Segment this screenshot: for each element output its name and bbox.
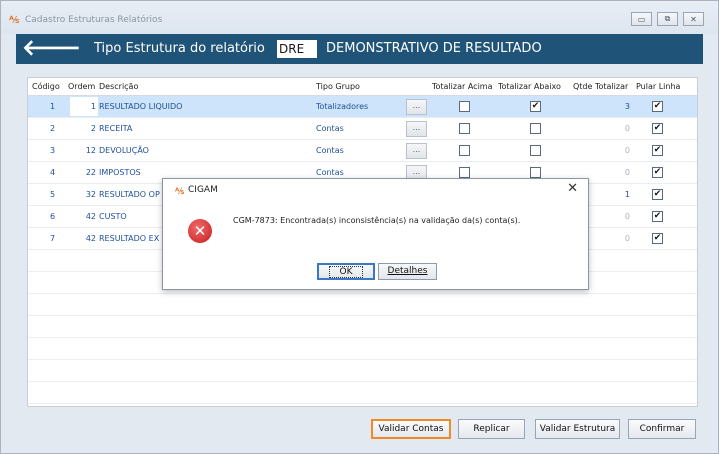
arrow-left-icon[interactable]: 🡐 xyxy=(22,35,81,63)
table-row[interactable]: 3 12 DEVOLUÇÃO Contas... 0 ✔ xyxy=(28,140,697,162)
minimize-icon[interactable]: ▭ xyxy=(631,12,652,26)
header-bar: 🡐 Tipo Estrutura do relatório DRE DEMONS… xyxy=(16,34,703,64)
cell-descricao: RESULTADO OP xyxy=(99,190,160,199)
cell-qtde-totalizar: 0 xyxy=(624,212,630,221)
cell-ordem: 32 xyxy=(85,190,96,199)
lookup-button[interactable]: ... xyxy=(406,99,427,115)
cell-descricao: CUSTO xyxy=(99,212,127,221)
validar-contas-button[interactable]: Validar Contas xyxy=(371,419,451,439)
col-qtde-totalizar[interactable]: Qtde Totalizar xyxy=(573,82,628,91)
maximize-icon[interactable]: ⧉ xyxy=(657,12,678,26)
cell-qtde-totalizar: 3 xyxy=(624,102,630,111)
cell-ordem: 42 xyxy=(85,212,96,221)
cell-codigo: 4 xyxy=(50,168,56,177)
cell-tipo-grupo: Totalizadores xyxy=(316,102,369,111)
window-controls: ▭ ⧉ ✕ xyxy=(631,12,704,26)
checkbox-totalizar-abaixo[interactable]: ✔ xyxy=(530,101,541,112)
empty-row xyxy=(28,360,697,382)
confirmar-button[interactable]: Confirmar xyxy=(628,419,696,439)
cell-descricao: RESULTADO EX xyxy=(99,234,160,243)
checkbox-totalizar-acima[interactable] xyxy=(459,123,470,134)
checkbox-pular-linha[interactable]: ✔ xyxy=(652,189,663,200)
main-window: ⅍ Cadastro Estruturas Relatórios ▭ ⧉ ✕ 🡐… xyxy=(0,0,719,454)
cell-qtde-totalizar: 0 xyxy=(624,234,630,243)
cell-codigo: 2 xyxy=(50,124,56,133)
empty-row xyxy=(28,338,697,360)
checkbox-pular-linha[interactable]: ✔ xyxy=(652,123,663,134)
cell-tipo-grupo: Contas xyxy=(316,168,344,177)
error-dialog: ⅍ CIGAM ✕ ✕ CGM-7873: Encontrada(s) inco… xyxy=(162,178,589,290)
checkbox-pular-linha[interactable]: ✔ xyxy=(652,145,663,156)
checkbox-pular-linha[interactable]: ✔ xyxy=(652,167,663,178)
col-totalizar-acima[interactable]: Totalizar Acima xyxy=(432,82,493,91)
checkbox-pular-linha[interactable]: ✔ xyxy=(652,101,663,112)
close-icon[interactable]: ✕ xyxy=(567,181,578,196)
empty-row xyxy=(28,316,697,338)
validar-estrutura-button[interactable]: Validar Estrutura xyxy=(535,419,620,439)
details-button[interactable]: Detalhes xyxy=(378,263,437,280)
error-x-icon: ✕ xyxy=(188,219,212,243)
cell-qtde-totalizar: 0 xyxy=(624,146,630,155)
cell-qtde-totalizar: 1 xyxy=(624,190,630,199)
cell-descricao: RESULTADO LIQUIDO xyxy=(99,102,183,111)
cell-descricao: IMPOSTOS xyxy=(99,168,141,177)
structure-description: DEMONSTRATIVO DE RESULTADO xyxy=(326,41,542,56)
cigam-logo-icon: ⅍ xyxy=(175,187,184,197)
cell-ordem: 42 xyxy=(85,234,96,243)
cell-codigo: 7 xyxy=(50,234,56,243)
title-bar: ⅍ Cadastro Estruturas Relatórios ▭ ⧉ ✕ xyxy=(1,1,718,34)
cell-codigo: 5 xyxy=(50,190,56,199)
cell-ordem: 12 xyxy=(85,146,96,155)
cell-codigo: 3 xyxy=(50,146,56,155)
lookup-button[interactable]: ... xyxy=(406,143,427,159)
cell-ordem: 2 xyxy=(90,124,96,133)
col-ordem[interactable]: Ordem xyxy=(68,82,95,91)
window-title: Cadastro Estruturas Relatórios xyxy=(25,15,163,25)
ok-button-label: OK xyxy=(329,266,363,278)
cell-tipo-grupo: Contas xyxy=(316,146,344,155)
col-totalizar-abaixo[interactable]: Totalizar Abaixo xyxy=(498,82,561,91)
dialog-message: CGM-7873: Encontrada(s) inconsistência(s… xyxy=(233,216,521,225)
lookup-button[interactable]: ... xyxy=(406,121,427,137)
structure-type-label: Tipo Estrutura do relatório xyxy=(94,41,265,56)
empty-row xyxy=(28,382,697,404)
ok-button[interactable]: OK xyxy=(317,263,375,280)
cell-codigo: 1 xyxy=(50,102,56,111)
grid-header: Código Ordem Descrição Tipo Grupo Totali… xyxy=(28,78,697,96)
col-codigo[interactable]: Código xyxy=(32,82,60,91)
checkbox-pular-linha[interactable]: ✔ xyxy=(652,211,663,222)
cigam-logo-icon: ⅍ xyxy=(9,15,19,26)
col-tipo-grupo[interactable]: Tipo Grupo xyxy=(316,82,360,91)
replicar-button[interactable]: Replicar xyxy=(458,419,525,439)
structure-code-field[interactable]: DRE xyxy=(277,40,317,58)
cell-codigo: 6 xyxy=(50,212,56,221)
cell-qtde-totalizar: 0 xyxy=(624,168,630,177)
checkbox-totalizar-acima[interactable] xyxy=(459,167,470,178)
checkbox-totalizar-abaixo[interactable] xyxy=(530,123,541,134)
dialog-title: CIGAM xyxy=(188,185,218,195)
checkbox-totalizar-acima[interactable] xyxy=(459,101,470,112)
col-pular-linha[interactable]: Pular Linha xyxy=(636,82,680,91)
checkbox-totalizar-abaixo[interactable] xyxy=(530,167,541,178)
table-row[interactable]: 1 1 RESULTADO LIQUIDO Totalizadores... ✔ 3 ✔ xyxy=(28,96,697,118)
close-icon[interactable]: ✕ xyxy=(683,12,704,26)
cell-qtde-totalizar: 0 xyxy=(624,124,630,133)
checkbox-pular-linha[interactable]: ✔ xyxy=(652,233,663,244)
table-row[interactable]: 2 2 RECEITA Contas... 0 ✔ xyxy=(28,118,697,140)
cell-descricao: RECEITA xyxy=(99,124,133,133)
cell-tipo-grupo: Contas xyxy=(316,124,344,133)
cell-ordem: 22 xyxy=(85,168,96,177)
empty-row xyxy=(28,294,697,316)
col-descricao[interactable]: Descrição xyxy=(99,82,138,91)
checkbox-totalizar-abaixo[interactable] xyxy=(530,145,541,156)
cell-descricao: DEVOLUÇÃO xyxy=(99,146,149,155)
cell-ordem: 1 xyxy=(90,102,96,111)
checkbox-totalizar-acima[interactable] xyxy=(459,145,470,156)
